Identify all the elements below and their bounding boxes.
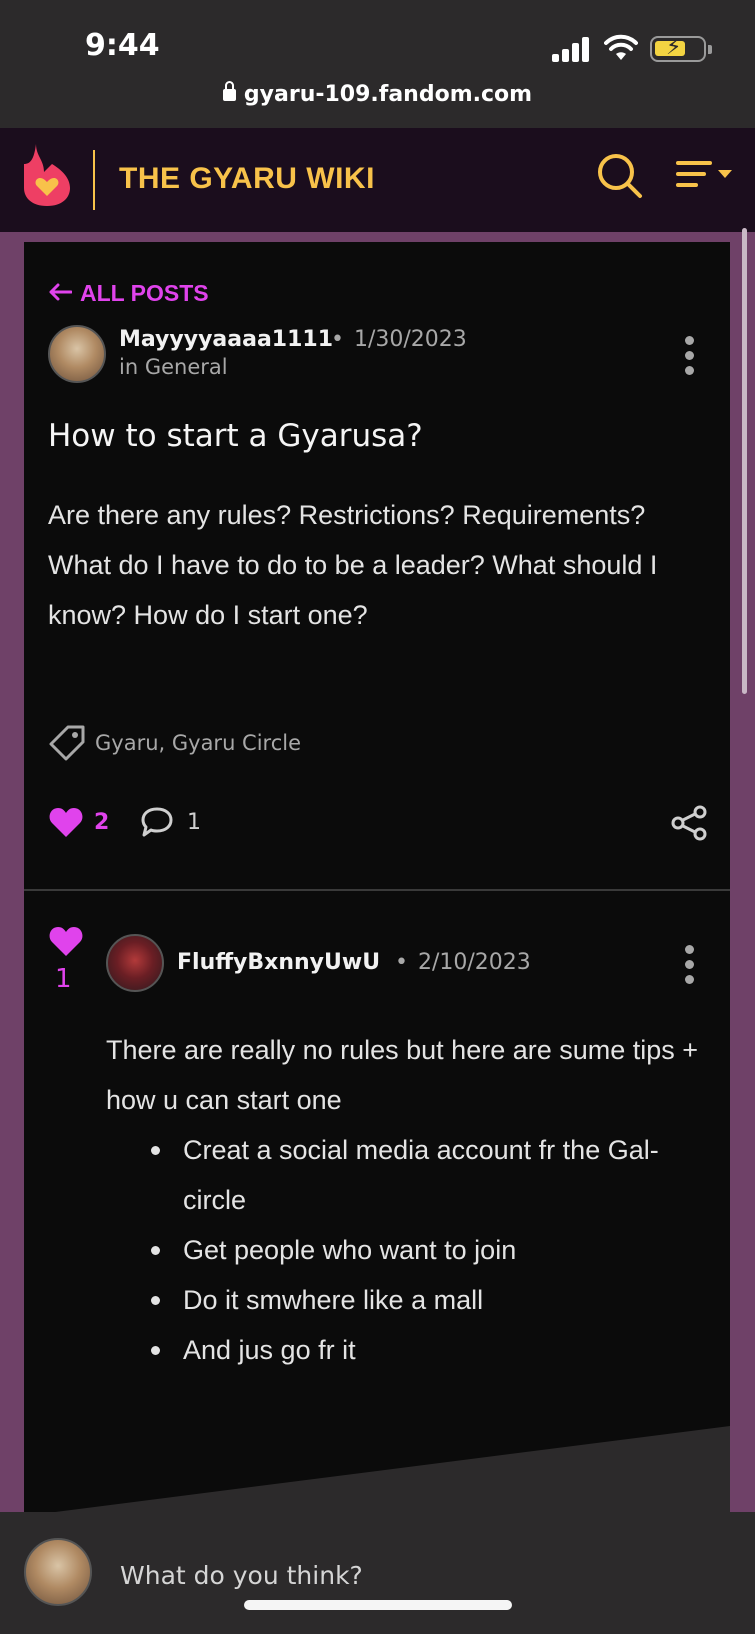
menu-icon[interactable] [676,160,736,190]
post-comment-count: 1 [187,810,201,835]
post-category[interactable]: in General [119,355,228,379]
status-time: 9:44 [85,28,160,63]
heart-icon[interactable] [48,805,84,839]
back-arrow-icon [49,283,72,301]
home-indicator[interactable] [244,1600,512,1610]
reply-more-icon[interactable] [683,945,695,985]
list-item: Creat a social media account fr the Gal-… [151,1125,706,1225]
post-date: • 1/30/2023 [331,327,467,352]
signal-icon [552,36,592,62]
reply-list: Creat a social media account fr the Gal-… [151,1125,706,1375]
all-posts-link[interactable]: ALL POSTS [48,280,209,307]
composer-avatar [24,1538,92,1606]
url-bar[interactable]: gyaru-109.fandom.com [0,81,755,107]
reply-body: There are really no rules but here are s… [106,1025,706,1375]
lock-icon [222,81,236,101]
url-text: gyaru-109.fandom.com [243,82,533,107]
list-item: Do it smwhere like a mall [151,1275,706,1325]
reply-divider [24,889,730,891]
wiki-title[interactable]: THE GYARU WIKI [119,162,375,196]
avatar[interactable] [48,325,106,383]
list-item: Get people who want to join [151,1225,706,1275]
wiki-header: THE GYARU WIKI [0,128,755,232]
comment-input[interactable] [120,1555,680,1595]
wifi-icon [604,34,638,60]
comment-icon[interactable] [140,806,174,838]
post-more-icon[interactable] [683,336,695,376]
header-divider [93,150,95,210]
scrollbar[interactable] [742,228,747,694]
reply-like-count: 1 [55,964,72,994]
reply-avatar[interactable] [106,934,164,992]
all-posts-label: ALL POSTS [80,280,209,306]
reply-date: • 2/10/2023 [395,950,531,975]
reply-intro: There are really no rules but here are s… [106,1035,699,1115]
post-body: Are there any rules? Restrictions? Requi… [48,500,658,630]
reply-heart-icon[interactable] [48,924,84,958]
battery-icon: ⚡ [650,35,712,62]
search-icon[interactable] [596,152,644,200]
status-bar: 9:44 ⚡ gyaru-109.fandom.com [0,0,755,128]
tag-icon [49,725,85,761]
reply-date-text: 2/10/2023 [417,950,531,975]
post-tags[interactable]: Gyaru, Gyaru Circle [95,731,301,755]
post-title: How to start a Gyarusa? [48,418,423,454]
fandom-logo[interactable] [22,142,72,208]
post-like-count: 2 [94,810,110,835]
post-author[interactable]: Mayyyyaaaa1111 [119,327,333,352]
list-item: And jus go fr it [151,1325,706,1375]
share-icon[interactable] [670,805,708,841]
reply-author[interactable]: FluffyBxnnyUwU [177,950,380,975]
post-date-text: 1/30/2023 [353,327,467,352]
